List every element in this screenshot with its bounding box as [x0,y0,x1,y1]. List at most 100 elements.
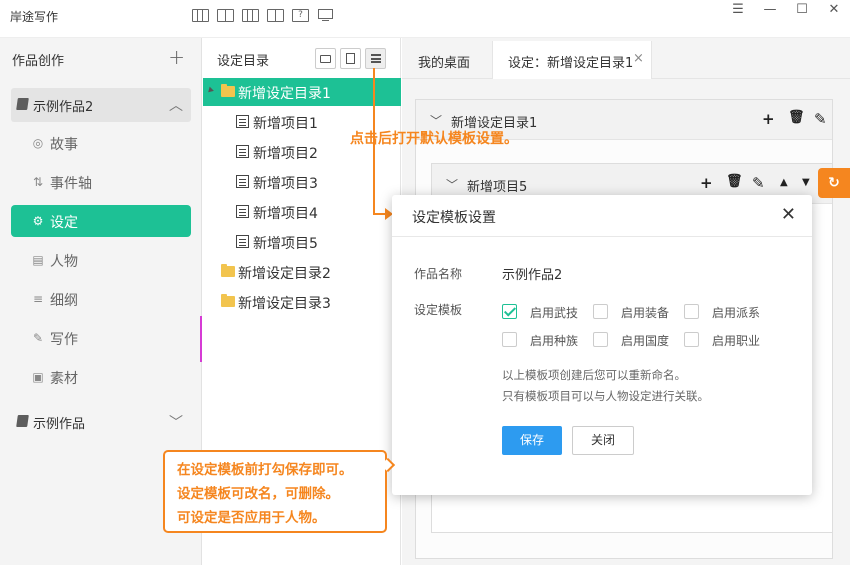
sidebar-item-story[interactable]: ◎ 故事 [11,127,191,159]
layout-split-icon[interactable] [267,9,284,22]
checkbox-equipment[interactable] [593,304,608,319]
sidebar-item-label: 设定 [50,215,78,231]
dialog-title: 设定模板设置 [412,210,496,226]
sidebar-item-label: 事件轴 [50,176,92,192]
callout-line: 在设定模板前打勾保存即可。 [177,462,353,478]
save-button[interactable]: 保存 [502,426,562,455]
document-icon [236,205,249,218]
layout-two-column-icon[interactable] [217,9,234,22]
refresh-button[interactable]: ↻ [818,168,850,198]
tree-row-item-3[interactable]: 新增项目3 [203,168,401,196]
checkbox-faction[interactable] [684,304,699,319]
sidebar-item-settings[interactable]: ⚙ 设定 [11,205,191,237]
add-work-button[interactable]: + [168,45,185,69]
help-icon[interactable]: ? [292,9,309,22]
checkbox-race[interactable] [502,332,517,347]
folder-icon [320,55,331,63]
tab-settings-folder[interactable]: 设定：新增设定目录1 × [492,41,652,79]
monitor-icon[interactable] [317,9,334,22]
move-down-icon[interactable]: ▼ [802,177,810,188]
tab-bar: 我的桌面 设定：新增设定目录1 × [402,38,850,79]
chevron-down-icon[interactable]: ﹀ [446,176,458,193]
add-icon[interactable]: + [700,174,713,192]
option-label: 启用武技 [530,306,579,320]
document-icon [236,175,249,188]
callout-bottom: 在设定模板前打勾保存即可。 设定模板可改名，可删除。 可设定是否应用于人物。 [163,450,387,533]
chevron-down-icon[interactable]: ﹀ [169,412,183,432]
sidebar-header: 作品创作 + [0,38,201,78]
tree-row-item-4[interactable]: 新增项目4 [203,198,401,226]
book-item[interactable]: 示例作品 ﹀ [11,405,191,439]
layout-three-column-icon[interactable] [192,9,209,22]
sidebar-title: 作品创作 [12,54,65,69]
sidebar-item-writing[interactable]: ✎ 写作 [11,322,191,354]
chevron-down-icon[interactable]: ﹀ [430,112,442,129]
tree-toolbar [315,48,386,69]
tree-row-item-5[interactable]: 新增项目5 [203,228,401,256]
menu-icon[interactable]: ☰ [722,0,754,18]
close-window-button[interactable]: ✕ [818,0,850,18]
sidebar-item-label: 素材 [50,371,78,387]
chevron-up-icon[interactable]: ︿ [169,95,183,115]
new-folder-button[interactable] [315,48,336,69]
close-tab-icon[interactable]: × [633,51,644,66]
checkbox-nation[interactable] [593,332,608,347]
delete-icon[interactable]: 🗑 [726,174,743,189]
caret-icon[interactable] [206,86,214,95]
template-label: 设定模板 [414,303,463,317]
folder-icon [221,294,235,307]
item-title: 新增项目5 [467,180,528,195]
book-item-active[interactable]: 示例作品2 ︿ [11,88,191,122]
book-icon [16,415,29,427]
title-bar: 岸途写作 ? ☰ — ☐ ✕ [0,0,850,38]
note-icon [346,53,355,64]
callout-line: 设定模板可改名，可删除。 [177,486,339,502]
template-settings-button[interactable] [365,48,386,69]
callout-line: 可设定是否应用于人物。 [177,510,326,526]
tab-desktop[interactable]: 我的桌面 [402,41,492,79]
gears-icon: ⚙ [32,214,44,228]
tree-row-label: 新增项目3 [253,176,318,192]
tree-row-folder-2[interactable]: 新增设定目录2 [203,258,401,286]
sidebar-item-materials[interactable]: ▣ 素材 [11,361,191,393]
tree-row-label: 新增设定目录2 [238,266,331,282]
checkbox-martial-arts[interactable] [502,304,517,319]
sidebar-item-outline[interactable]: ≡ 细纲 [11,283,191,315]
edit-icon[interactable]: ✎ [814,110,827,128]
folder-icon [221,84,235,97]
book-label: 示例作品2 [33,100,94,115]
sidebar-item-characters[interactable]: ▤ 人物 [11,244,191,276]
template-settings-dialog: 设定模板设置 ✕ 作品名称 示例作品2 设定模板 启用武技 启用装备 启用派系 … [392,195,812,495]
option-label: 启用职业 [712,334,761,348]
tree-row-folder-1[interactable]: 新增设定目录1 [203,78,401,106]
minimize-button[interactable]: — [754,0,786,18]
tree-title: 设定目录 [217,54,270,69]
cancel-button[interactable]: 关闭 [572,426,634,455]
delete-icon[interactable]: 🗑 [788,110,805,125]
app-title: 岸途写作 [10,10,59,24]
tab-label: 我的桌面 [418,56,471,71]
close-icon[interactable]: ✕ [781,204,796,225]
maximize-button[interactable]: ☐ [786,0,818,18]
checkbox-profession[interactable] [684,332,699,347]
sidebar-item-timeline[interactable]: ⇅ 事件轴 [11,166,191,198]
book-icon [16,98,29,110]
document-icon [236,115,249,128]
layout-columns-icon[interactable] [242,9,259,22]
tree-row-folder-3[interactable]: 新增设定目录3 [203,288,401,316]
add-icon[interactable]: + [762,110,775,128]
sidebar-item-label: 人物 [50,254,78,270]
window-controls: ☰ — ☐ ✕ [722,0,850,18]
folder-icon [221,264,235,277]
menu-icon [371,54,381,63]
work-name-value: 示例作品2 [502,268,563,283]
resize-handle[interactable] [200,316,202,362]
tree-row-label: 新增项目2 [253,146,318,162]
move-up-icon[interactable]: ▲ [780,177,788,188]
edit-icon[interactable]: ✎ [752,174,765,192]
sidebar-item-label: 故事 [50,137,78,153]
tree-row-label: 新增项目1 [253,116,318,132]
new-item-button[interactable] [340,48,361,69]
callout-top-text: 点击后打开默认模板设置。 [350,131,518,147]
sidebar-item-label: 细纲 [50,293,78,309]
